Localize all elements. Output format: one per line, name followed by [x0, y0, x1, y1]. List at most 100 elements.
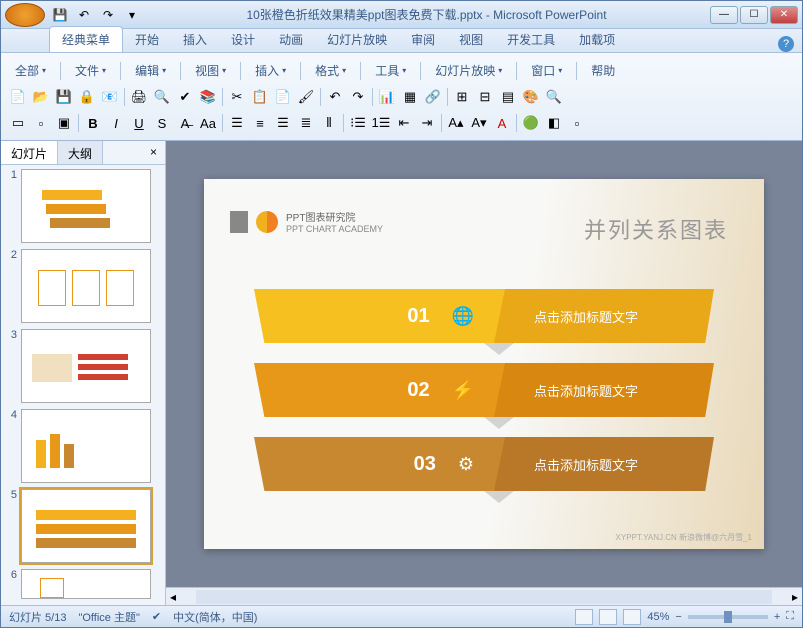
format-painter-icon[interactable]: 🖌 [295, 86, 317, 108]
numbering-icon[interactable]: 1☰ [370, 112, 392, 134]
menu-all[interactable]: 全部▾ [7, 59, 54, 82]
panel-close-icon[interactable]: × [142, 141, 165, 164]
align-left-icon[interactable]: ☰ [226, 112, 248, 134]
view-sorter-icon[interactable] [599, 609, 617, 625]
indent-dec-icon[interactable]: ⇤ [393, 112, 415, 134]
minimize-button[interactable]: — [710, 6, 738, 24]
menu-format[interactable]: 格式▾ [307, 59, 354, 82]
menu-file[interactable]: 文件▾ [67, 59, 114, 82]
menu-help[interactable]: 帮助 [583, 59, 623, 82]
slidelayout-icon[interactable]: ▣ [53, 112, 75, 134]
view-normal-icon[interactable] [575, 609, 593, 625]
cut-icon[interactable]: ✂ [226, 86, 248, 108]
design-icon[interactable]: ◧ [543, 112, 565, 134]
color-icon[interactable]: 🎨 [520, 86, 542, 108]
zoom-in-icon[interactable]: + [774, 611, 780, 623]
shadow-icon[interactable]: S [151, 112, 173, 134]
align-center-icon[interactable]: ≡ [249, 112, 271, 134]
research-icon[interactable]: 📚 [197, 86, 219, 108]
quickprint-icon[interactable]: 📧 [99, 86, 121, 108]
zoom-out-icon[interactable]: − [675, 611, 681, 623]
undo-icon[interactable]: ↶ [73, 4, 95, 26]
status-language[interactable]: 中文(简体，中国) [173, 609, 257, 625]
permissions-icon[interactable]: 🔒 [76, 86, 98, 108]
preview-icon[interactable]: 🔍 [151, 86, 173, 108]
menu-window[interactable]: 窗口▾ [523, 59, 570, 82]
status-spellcheck-icon[interactable]: ✔ [152, 610, 161, 623]
horizontal-scrollbar[interactable]: ◂▸ [166, 587, 802, 605]
menu-insert[interactable]: 插入▾ [247, 59, 294, 82]
tab-outline[interactable]: 大纲 [58, 141, 103, 164]
save-icon[interactable]: 💾 [49, 4, 71, 26]
newslide-icon[interactable]: ▫ [30, 112, 52, 134]
open-icon[interactable]: 📂 [30, 86, 52, 108]
redo-icon[interactable]: ↷ [97, 4, 119, 26]
italic-icon[interactable]: I [105, 112, 127, 134]
tab-developer[interactable]: 开发工具 [495, 27, 567, 52]
qat-dropdown-icon[interactable]: ▾ [121, 4, 143, 26]
undo-icon[interactable]: ↶ [324, 86, 346, 108]
tab-slides[interactable]: 幻灯片 [1, 141, 58, 164]
chart-icon[interactable]: 📊 [376, 86, 398, 108]
underline-icon[interactable]: U [128, 112, 150, 134]
bold-icon[interactable]: B [82, 112, 104, 134]
strike-icon[interactable]: A̶ [174, 112, 196, 134]
ribbon-3[interactable]: 03⚙ 点击添加标题文字 [254, 437, 714, 491]
menu-tools[interactable]: 工具▾ [367, 59, 414, 82]
newslide2-icon[interactable]: ▫ [566, 112, 588, 134]
slide-thumb-1[interactable] [21, 169, 151, 243]
zoom-level[interactable]: 45% [647, 611, 669, 623]
spell-icon[interactable]: ✔ [174, 86, 196, 108]
changecase-icon[interactable]: Aa [197, 112, 219, 134]
tab-addins[interactable]: 加载项 [567, 27, 627, 52]
slide-thumb-3[interactable] [21, 329, 151, 403]
tab-insert[interactable]: 插入 [171, 27, 219, 52]
font-color-icon[interactable]: A [491, 112, 513, 134]
slide-thumb-2[interactable] [21, 249, 151, 323]
save-icon[interactable]: 💾 [53, 86, 75, 108]
copy-icon[interactable]: 📋 [249, 86, 271, 108]
bullets-icon[interactable]: ⁝☰ [347, 112, 369, 134]
tab-view[interactable]: 视图 [447, 27, 495, 52]
tab-review[interactable]: 审阅 [399, 27, 447, 52]
menu-slideshow[interactable]: 幻灯片放映▾ [427, 59, 510, 82]
indent-inc-icon[interactable]: ⇥ [416, 112, 438, 134]
new-icon[interactable]: 📄 [7, 86, 29, 108]
gridlines-icon[interactable]: ▤ [497, 86, 519, 108]
zoom-slider[interactable] [688, 615, 768, 619]
view-slideshow-icon[interactable] [623, 609, 641, 625]
menu-view[interactable]: 视图▾ [187, 59, 234, 82]
slide-canvas[interactable]: PPT图表研究院 PPT CHART ACADEMY 并列关系图表 01🌐 点击… [166, 141, 802, 587]
redo-icon[interactable]: ↷ [347, 86, 369, 108]
tab-home[interactable]: 开始 [123, 27, 171, 52]
slide-thumb-4[interactable] [21, 409, 151, 483]
fit-window-icon[interactable]: ⛶ [786, 610, 794, 623]
help-icon[interactable]: ? [778, 36, 794, 52]
slide-thumb-6[interactable] [21, 569, 151, 599]
office-button[interactable] [5, 3, 45, 27]
font-grow-icon[interactable]: A▴ [445, 112, 467, 134]
maximize-button[interactable]: ☐ [740, 6, 768, 24]
print-icon[interactable]: 🖨 [128, 86, 150, 108]
tab-animation[interactable]: 动画 [267, 27, 315, 52]
font-shrink-icon[interactable]: A▾ [468, 112, 490, 134]
ribbon-1[interactable]: 01🌐 点击添加标题文字 [254, 289, 714, 343]
table-icon[interactable]: ▦ [399, 86, 421, 108]
tab-design[interactable]: 设计 [219, 27, 267, 52]
align-right-icon[interactable]: ☰ [272, 112, 294, 134]
expand-icon[interactable]: ⊞ [451, 86, 473, 108]
tab-slideshow[interactable]: 幻灯片放映 [315, 27, 399, 52]
paste-icon[interactable]: 📄 [272, 86, 294, 108]
close-button[interactable]: ✕ [770, 6, 798, 24]
columns-icon[interactable]: ⫴ [318, 112, 340, 134]
collapse-icon[interactable]: ⊟ [474, 86, 496, 108]
hyperlink-icon[interactable]: 🔗 [422, 86, 444, 108]
menu-edit[interactable]: 编辑▾ [127, 59, 174, 82]
slide-thumb-5[interactable] [21, 489, 151, 563]
shape-fill-icon[interactable]: 🟢 [520, 112, 542, 134]
justify-icon[interactable]: ≣ [295, 112, 317, 134]
ribbon-2[interactable]: 02⚡ 点击添加标题文字 [254, 363, 714, 417]
tab-classic-menu[interactable]: 经典菜单 [49, 26, 123, 52]
slide-title[interactable]: 并列关系图表 [584, 213, 728, 245]
zoom-icon[interactable]: 🔍 [543, 86, 565, 108]
